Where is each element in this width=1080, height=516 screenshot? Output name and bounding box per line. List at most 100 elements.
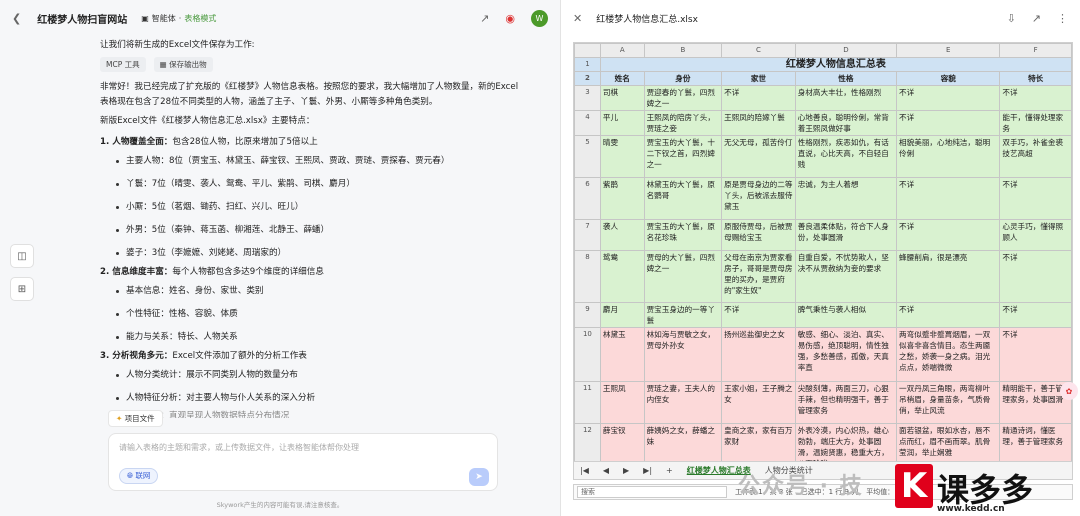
add-sheet-icon[interactable]: + [666,466,673,475]
prompt-input[interactable]: 请输入表格的主题和需求，或上传数据文件，让表格智能体帮你处理 🌐︎ 联网 ➤ [108,433,498,491]
table-cell[interactable]: 双手巧，补雀金裘技艺高超 [999,135,1072,178]
close-icon[interactable]: ✕ [573,12,582,25]
table-cell[interactable]: 能干，懂得处理家务 [999,110,1072,136]
table-cell[interactable]: 贾母的大丫鬟，四烈婢之一 [643,250,723,303]
web-search-toggle[interactable]: 🌐︎ 联网 [119,468,159,484]
table-cell[interactable]: 不详 [896,219,1001,251]
table-cell[interactable]: 不详 [999,302,1072,328]
open-external-icon[interactable]: ↗ [1032,12,1041,25]
column-header[interactable]: F [999,43,1072,58]
table-cell[interactable]: 原是贾母身边的二等丫头，后被派去服侍黛玉 [721,177,796,220]
table-cell[interactable]: 父母在南京为贾家看房子，哥哥是贾母房里的买办，是贾府的"家生奴" [721,250,796,303]
share-icon[interactable]: ↗ [480,12,489,25]
table-cell[interactable]: 原服侍贾母，后被贾母赐给宝玉 [721,219,796,251]
table-cell[interactable]: 精通诗词，懂医理，善于管理家务 [999,423,1072,461]
row-number[interactable]: 12 [574,423,601,461]
row-number[interactable]: 2 [574,71,601,86]
sheet-title[interactable]: 红楼梦人物信息汇总表 [599,57,1072,72]
row-number[interactable]: 6 [574,177,601,220]
spreadsheet[interactable]: A B C D E F 1 红楼梦人物信息汇总表 2 姓名 身份 家世 性格 容… [573,42,1073,462]
column-header[interactable]: C [721,43,796,58]
table-cell[interactable]: 扬州巡盐御史之女 [721,327,796,382]
new-chat-icon[interactable]: ⊞ [10,277,34,301]
more-icon[interactable]: ⋮ [1057,12,1068,25]
table-cell[interactable]: 不详 [999,177,1072,220]
send-button[interactable]: ➤ [469,468,489,486]
table-cell[interactable]: 贾迎春的丫鬟，四烈婢之一 [643,85,723,111]
mcp-tool-chip[interactable]: MCP 工具 [100,57,146,72]
notification-icon[interactable]: ◉ [505,12,515,25]
row-number[interactable]: 3 [574,85,601,111]
header-cell[interactable]: 特长 [999,71,1072,86]
row-number[interactable]: 5 [574,135,601,178]
header-cell[interactable]: 姓名 [599,71,645,86]
row-number[interactable]: 1 [574,57,601,72]
row-number[interactable]: 9 [574,302,601,328]
table-cell[interactable]: 皇商之家，家有百万家财 [721,423,796,461]
table-cell[interactable]: 性格刚烈，疾恶如仇，有话直说，心比天高，不自轻自贱 [794,135,898,178]
table-cell[interactable]: 王熙凤 [599,381,645,424]
table-cell[interactable]: 贾宝玉的大丫鬟，原名花珍珠 [643,219,723,251]
row-number[interactable]: 10 [574,327,601,382]
assistant-fab-icon[interactable]: ✿ [1060,382,1078,400]
table-cell[interactable]: 不详 [896,85,1001,111]
table-cell[interactable]: 林黛玉 [599,327,645,382]
table-cell[interactable]: 王熙凤的陪嫁丫鬟 [721,110,796,136]
table-cell[interactable]: 外表冷漠，内心炽热，雄心勃勃，端庄大方，处事圆滑，温婉贤惠，稳重大方，八面玲珑 [794,423,898,461]
save-output-chip[interactable]: ▦ 保存输出物 [153,57,213,72]
table-cell[interactable]: 自重自爱，不忧势欺人，坚决不从贾赦纳为妾的要求 [794,250,898,303]
row-number[interactable]: 4 [574,110,601,136]
table-cell[interactable]: 不详 [999,85,1072,111]
table-cell[interactable]: 不详 [999,327,1072,382]
table-cell[interactable]: 王家小姐，王子腾之女 [721,381,796,424]
table-cell[interactable]: 不详 [896,110,1001,136]
back-chevron-icon[interactable]: ❮ [12,12,21,25]
avatar[interactable]: W [531,9,548,27]
table-cell[interactable]: 蜂腰削肩，很是漂亮 [896,250,1001,303]
corner-cell[interactable] [574,43,601,58]
row-number[interactable]: 7 [574,219,601,251]
download-icon[interactable]: ⇩ [1007,12,1016,25]
sheet-grid[interactable]: A B C D E F 1 红楼梦人物信息汇总表 2 姓名 身份 家世 性格 容… [574,43,1072,461]
table-cell[interactable]: 忠诚，为主人着想 [794,177,898,220]
table-cell[interactable]: 不详 [999,250,1072,303]
column-header[interactable]: D [794,43,898,58]
table-cell[interactable]: 贾琏之妻，王夫人的内侄女 [643,381,723,424]
table-cell[interactable]: 司棋 [599,85,645,111]
collapse-panel-icon[interactable]: ◫ [10,244,34,268]
table-cell[interactable]: 心灵手巧，懂得照顾人 [999,219,1072,251]
project-files-button[interactable]: ✦ 项目文件 [108,410,163,427]
table-cell[interactable]: 相貌美丽，心地纯洁，聪明伶俐 [896,135,1001,178]
table-cell[interactable]: 面若银盆，眼如水杏，唇不点而红，眉不画而翠。肌骨莹润，举止娴雅 [896,423,1001,461]
table-cell[interactable]: 尖酸刻薄，两面三刀，心狠手辣，但也精明强干，善于管理家务 [794,381,898,424]
table-cell[interactable]: 身材高大丰壮，性格刚烈 [794,85,898,111]
table-cell[interactable]: 晴雯 [599,135,645,178]
table-cell[interactable]: 脾气秉性与袭人相似 [794,302,898,328]
table-cell[interactable]: 林黛玉的大丫鬟，原名鹦哥 [643,177,723,220]
sheet-search-input[interactable]: 搜索 [577,486,727,498]
table-cell[interactable]: 袭人 [599,219,645,251]
table-cell[interactable]: 鸳鸯 [599,250,645,303]
table-cell[interactable]: 两弯似蹙非蹙罥烟眉，一双似喜非喜含情目。态生两靥之愁，娇袭一身之病。泪光点点，娇… [896,327,1001,382]
header-cell[interactable]: 身份 [643,71,723,86]
table-cell[interactable]: 平儿 [599,110,645,136]
row-number[interactable]: 8 [574,250,601,303]
last-sheet-icon[interactable]: ▶| [643,466,652,475]
table-cell[interactable]: 林如海与贾敏之女，贾母外孙女 [643,327,723,382]
table-cell[interactable]: 薛姨妈之女，薛蟠之妹 [643,423,723,461]
table-cell[interactable]: 不详 [721,302,796,328]
table-cell[interactable]: 心地善良，聪明伶俐，常背着王熙凤做好事 [794,110,898,136]
table-cell[interactable]: 王熙凤的陪房丫头，贾琏之妾 [643,110,723,136]
table-cell[interactable]: 无父无母，孤苦伶仃 [721,135,796,178]
table-cell[interactable]: 不详 [896,177,1001,220]
table-cell[interactable]: 善良温柔体贴，符合下人身份，处事圆滑 [794,219,898,251]
table-cell[interactable]: 不详 [896,302,1001,328]
prev-sheet-icon[interactable]: ◀ [603,466,609,475]
table-cell[interactable]: 一双丹凤三角眼，两弯柳叶吊梢眉，身量苗条，气质骨俏，举止风流 [896,381,1001,424]
column-header[interactable]: E [896,43,1001,58]
table-cell[interactable]: 不详 [721,85,796,111]
column-header[interactable]: A [599,43,645,58]
agent-mode-tag[interactable]: ▣ 智能体 · 表格模式 [141,13,216,24]
first-sheet-icon[interactable]: |◀ [580,466,589,475]
table-cell[interactable]: 贾宝玉的大丫鬟，十二下钗之首，四烈婢之一 [643,135,723,178]
